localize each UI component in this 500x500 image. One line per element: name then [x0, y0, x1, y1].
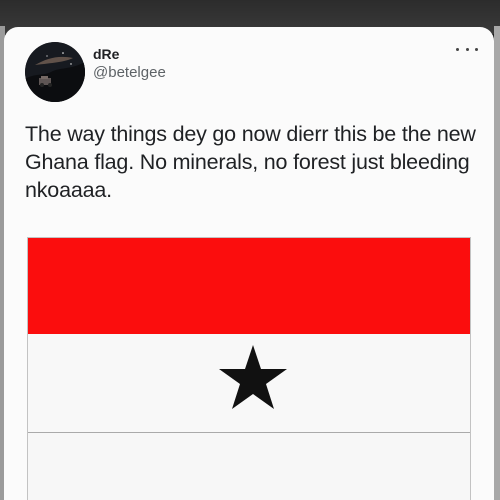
more-dot-icon	[475, 47, 478, 51]
more-options-button[interactable]	[456, 40, 478, 58]
bottom-flag-band	[28, 433, 470, 500]
tweet-image-flag[interactable]	[27, 237, 471, 500]
more-dot-icon	[465, 47, 469, 51]
red-flag-band	[28, 238, 470, 334]
tweet-card: dRe @betelgee The way things dey go now …	[4, 27, 494, 500]
user-handle[interactable]: @betelgee	[93, 64, 166, 82]
screenshot-screen: dRe @betelgee The way things dey go now …	[0, 0, 500, 500]
black-star-icon	[218, 345, 288, 413]
avatar[interactable]	[25, 42, 85, 102]
right-gray-edge	[494, 26, 500, 500]
night-sky-avatar-icon	[25, 42, 85, 102]
more-dot-icon	[456, 47, 459, 51]
tweet-text: The way things dey go now dierr this be …	[25, 122, 476, 202]
display-name[interactable]: dRe	[93, 46, 119, 62]
